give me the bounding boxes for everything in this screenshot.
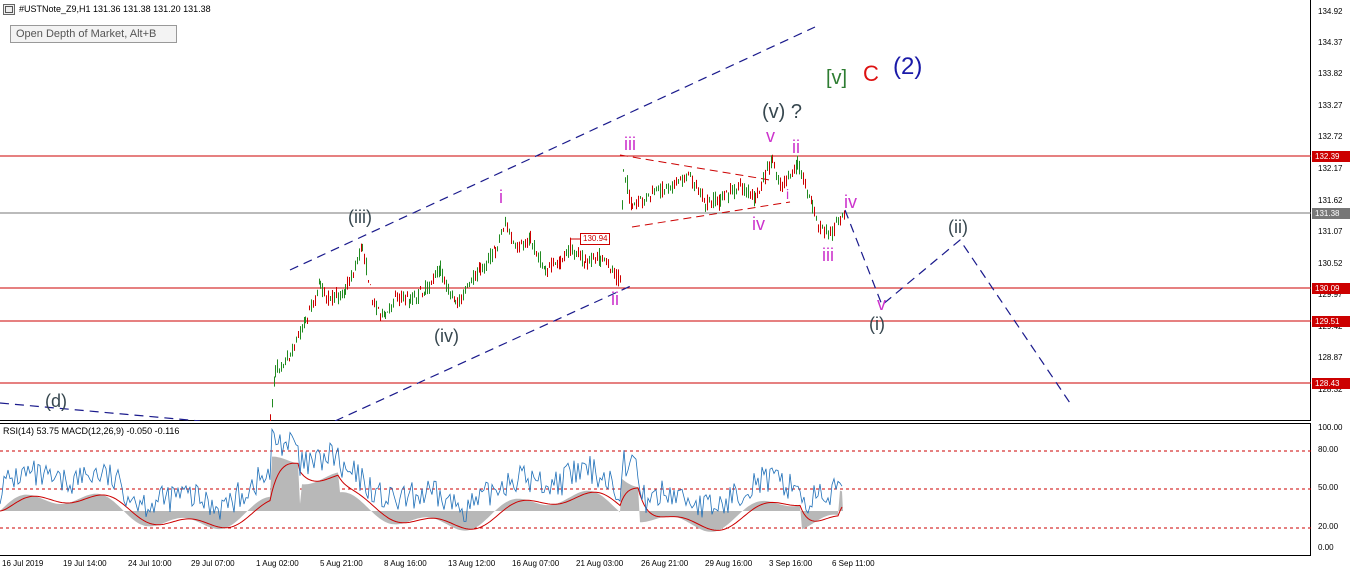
time-tick-label: 29 Aug 16:00 bbox=[705, 559, 753, 568]
time-tick-label: 1 Aug 02:00 bbox=[256, 559, 299, 568]
time-tick-label: 29 Jul 07:00 bbox=[191, 559, 235, 568]
time-tick-label: 26 Aug 21:00 bbox=[641, 559, 689, 568]
price-tick-label: 133.82 bbox=[1318, 69, 1343, 78]
indicator-tick-label: 100.00 bbox=[1318, 423, 1343, 432]
indicator-tick-label: 50.00 bbox=[1318, 483, 1339, 492]
wave-label-iv-pink-b: iv bbox=[844, 192, 857, 212]
wave-label-v-bracket: [v] bbox=[826, 67, 848, 89]
indicator-tick-label: 0.00 bbox=[1318, 543, 1334, 552]
wave-label-v-pink: v bbox=[766, 126, 775, 146]
wave-label-i-small: i bbox=[786, 186, 790, 202]
indicator-tick-label: 20.00 bbox=[1318, 522, 1339, 531]
open-depth-of-market-button[interactable]: Open Depth of Market, Alt+B bbox=[10, 25, 177, 43]
channel-lower-line bbox=[334, 283, 636, 421]
wave-label-2-paren: (2) bbox=[893, 53, 923, 80]
level-price-tag: 132.39 bbox=[1312, 151, 1350, 162]
price-tick-label: 130.52 bbox=[1318, 259, 1343, 268]
time-tick-label: 24 Jul 10:00 bbox=[128, 559, 172, 568]
price-tick-label: 134.92 bbox=[1318, 7, 1343, 16]
channel-upper-line bbox=[289, 26, 816, 271]
wave-label-iii-pink-b: iii bbox=[822, 245, 834, 265]
price-tick-label: 131.62 bbox=[1318, 196, 1343, 205]
level-price-tag: 130.09 bbox=[1312, 283, 1350, 294]
price-tick-label: 134.37 bbox=[1318, 38, 1343, 47]
price-callout: 130.94 bbox=[580, 233, 611, 245]
wave-label-i-paren: (i) bbox=[869, 314, 885, 334]
time-tick-label: 3 Sep 16:00 bbox=[769, 559, 813, 568]
channel-left-line bbox=[0, 402, 201, 421]
wave-label-i-pink: i bbox=[499, 187, 503, 207]
chart-header: #USTNote_Z9,H1 131.36 131.38 131.20 131.… bbox=[3, 3, 211, 15]
time-tick-label: 13 Aug 12:00 bbox=[448, 559, 496, 568]
wave-label-ii-pink: ii bbox=[611, 289, 619, 309]
triangle-upper-line bbox=[619, 154, 771, 181]
price-tick-label: 128.87 bbox=[1318, 353, 1343, 362]
window-icon[interactable] bbox=[3, 3, 15, 15]
wave-label-v-paren: (v) ? bbox=[762, 101, 802, 123]
depth-button-label: Open Depth of Market, Alt+B bbox=[16, 28, 157, 40]
price-chart-panel[interactable] bbox=[0, 0, 1311, 421]
price-tick-label: 132.72 bbox=[1318, 132, 1343, 141]
wave-label-iv-pink: iv bbox=[752, 214, 765, 234]
time-tick-label: 16 Aug 07:00 bbox=[512, 559, 560, 568]
wave-label-ii-paren: (ii) bbox=[948, 217, 968, 237]
time-tick-label: 16 Jul 2019 bbox=[2, 559, 44, 568]
wave-label-v-pink-b: v bbox=[877, 294, 886, 314]
wave-label-ii-pink-b: ii bbox=[792, 137, 800, 157]
indicator-panel[interactable] bbox=[0, 423, 1311, 556]
time-tick-label: 6 Sep 11:00 bbox=[832, 559, 875, 568]
price-tick-label: 133.27 bbox=[1318, 101, 1343, 110]
indicator-tick-label: 80.00 bbox=[1318, 445, 1339, 454]
level-price-tag: 128.43 bbox=[1312, 378, 1350, 389]
time-tick-label: 21 Aug 03:00 bbox=[576, 559, 624, 568]
wave-label-iii-pink: iii bbox=[624, 134, 636, 154]
indicator-canvas[interactable] bbox=[0, 424, 1311, 557]
time-tick-label: 5 Aug 21:00 bbox=[320, 559, 363, 568]
price-chart-canvas[interactable] bbox=[0, 0, 1311, 421]
time-tick-label: 19 Jul 14:00 bbox=[63, 559, 107, 568]
rsi-line bbox=[0, 427, 843, 522]
level-price-tag: 131.38 bbox=[1312, 208, 1350, 219]
price-tick-label: 131.07 bbox=[1318, 227, 1343, 236]
price-tick-label: 132.17 bbox=[1318, 164, 1343, 173]
wave-label-c: C bbox=[863, 61, 879, 86]
time-tick-label: 8 Aug 16:00 bbox=[384, 559, 427, 568]
wave-label-d: (d) bbox=[45, 391, 67, 411]
wave-label-iii-paren: (iii) bbox=[348, 207, 372, 227]
symbol-info: #USTNote_Z9,H1 131.36 131.38 131.20 131.… bbox=[19, 4, 211, 14]
level-price-tag: 129.51 bbox=[1312, 316, 1350, 327]
indicator-header: RSI(14) 53.75 MACD(12,26,9) -0.050 -0.11… bbox=[3, 426, 180, 436]
wave-label-iv-paren: (iv) bbox=[434, 326, 459, 346]
